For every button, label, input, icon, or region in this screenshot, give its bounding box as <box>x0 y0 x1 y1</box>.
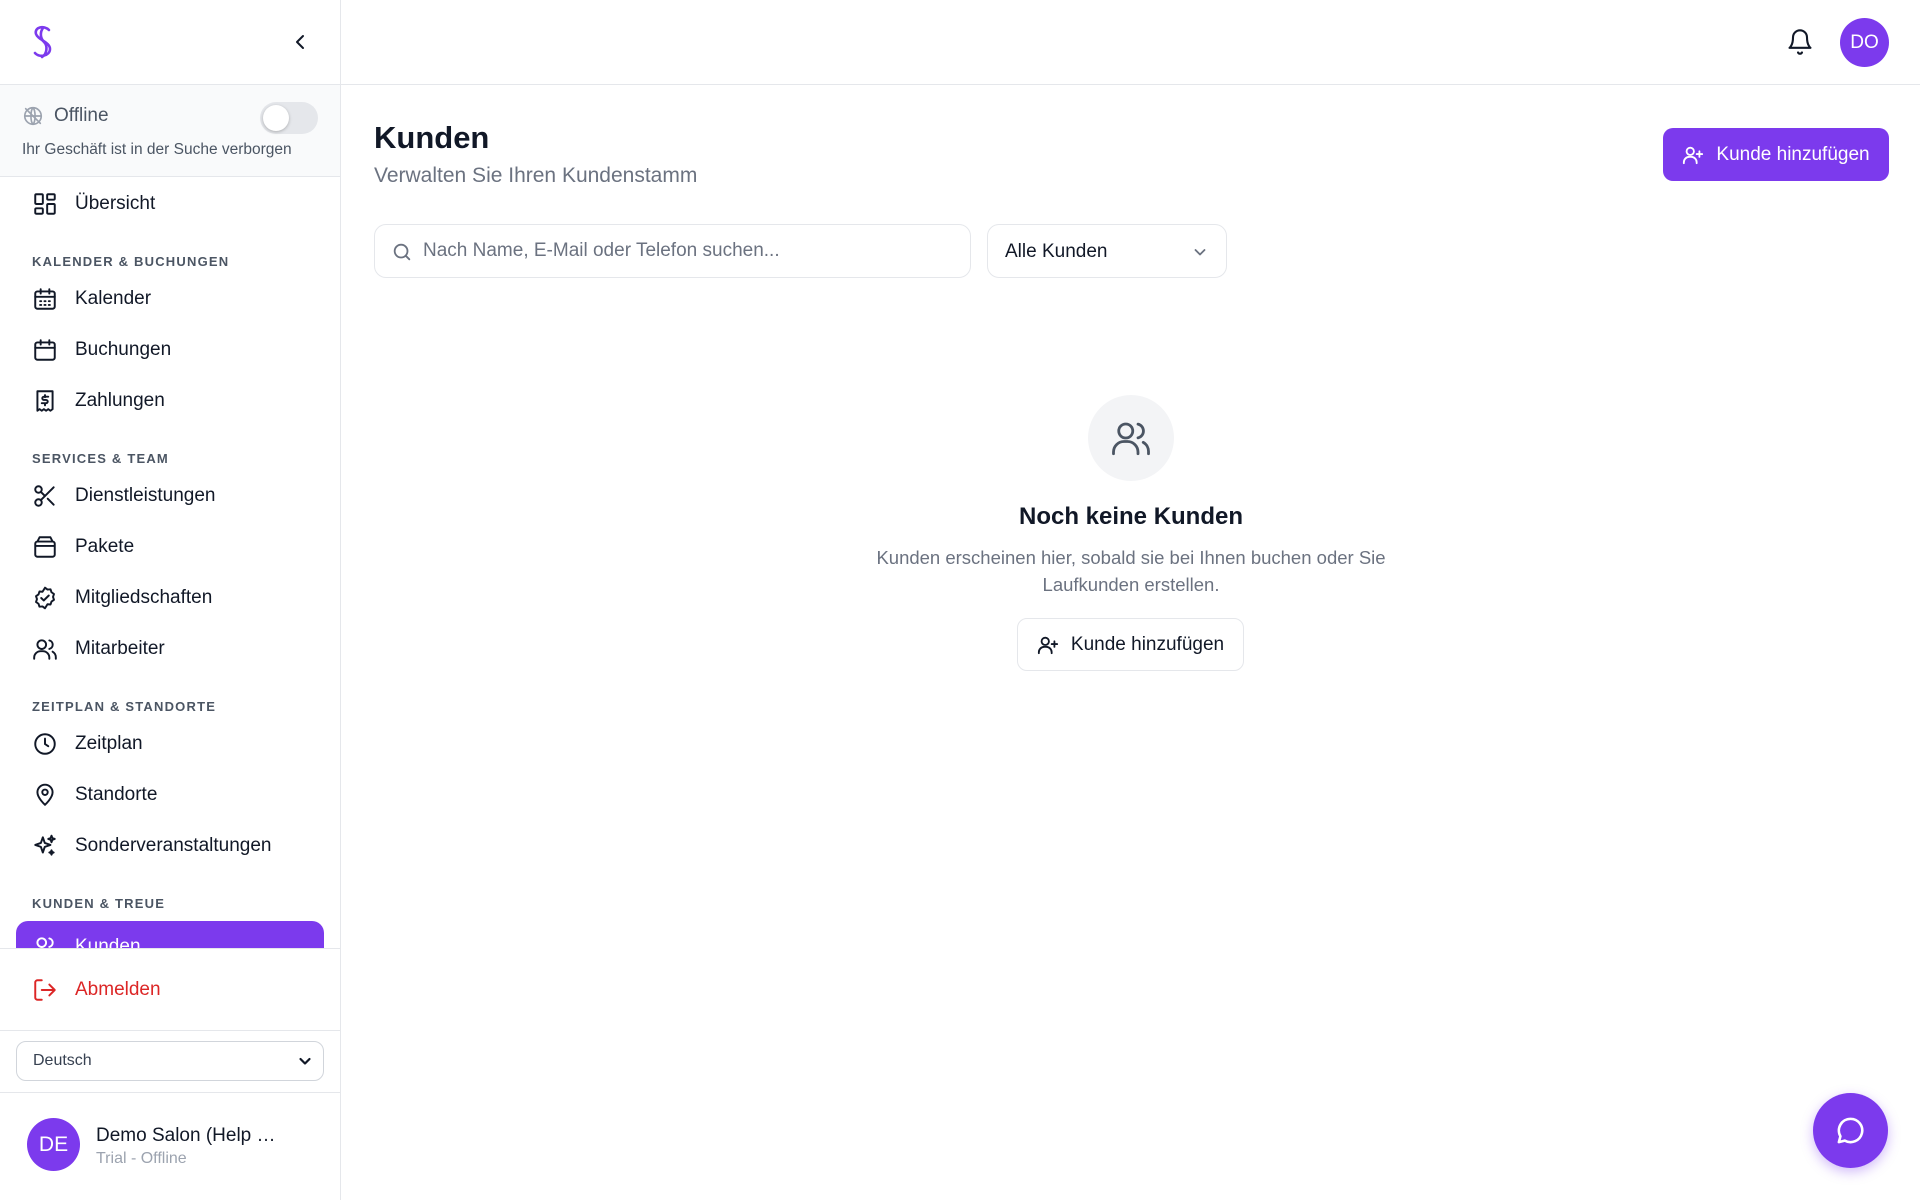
sidebar-item-payments[interactable]: Zahlungen <box>0 375 340 426</box>
status-label: Offline <box>54 105 109 126</box>
scissors-icon <box>32 483 58 509</box>
account-switcher[interactable]: DE Demo Salon (Help … Trial - Offline <box>0 1095 340 1200</box>
sidebar-item-bookings[interactable]: Buchungen <box>0 324 340 375</box>
topbar: DO <box>341 0 1920 85</box>
user-plus-icon <box>1682 144 1704 166</box>
status-row: Offline <box>22 105 109 127</box>
chevron-down-icon <box>297 1053 313 1069</box>
empty-state-add-customer-button[interactable]: Kunde hinzufügen <box>1017 618 1244 671</box>
main-content: Kunden Verwalten Sie Ihren Kundenstamm K… <box>341 86 1920 1200</box>
sidebar-item-locations[interactable]: Standorte <box>0 769 340 820</box>
sidebar-item-label: Standorte <box>75 783 158 805</box>
sidebar-item-label: Zahlungen <box>75 389 165 411</box>
search-input[interactable] <box>423 226 953 276</box>
badge-check-icon <box>32 585 58 611</box>
users-icon <box>32 934 58 948</box>
sidebar-item-label: Zeitplan <box>75 732 143 754</box>
package-icon <box>32 534 58 560</box>
customer-filter-select[interactable]: Alle Kunden <box>987 224 1227 278</box>
chevron-down-icon <box>1191 243 1209 261</box>
empty-state-button-label: Kunde hinzufügen <box>1070 633 1225 655</box>
filter-value: Alle Kunden <box>1005 241 1108 262</box>
section-heading-calendar-bookings: KALENDER & BUCHUNGEN <box>32 254 230 269</box>
page-title: Kunden <box>374 120 490 155</box>
sidebar-item-label: Sonderveranstaltungen <box>75 834 272 856</box>
sidebar-item-label: Dienstleistungen <box>75 484 216 506</box>
sparkles-icon <box>32 833 58 859</box>
logout-button[interactable]: Abmelden <box>0 949 340 1031</box>
sidebar-item-calendar[interactable]: Kalender <box>0 273 340 324</box>
sidebar-item-label: Übersicht <box>75 192 156 214</box>
add-customer-button[interactable]: Kunde hinzufügen <box>1663 128 1889 181</box>
sidebar-footer: Abmelden Deutsch DE Demo Salon (Help … T… <box>0 948 340 1200</box>
sidebar-item-label: Buchungen <box>75 338 172 360</box>
sidebar-item-customers[interactable]: Kunden <box>16 921 324 948</box>
brand-logo-icon[interactable] <box>28 24 58 60</box>
sidebar-item-label: Mitgliedschaften <box>75 586 213 608</box>
sidebar-item-staff[interactable]: Mitarbeiter <box>0 623 340 674</box>
online-toggle[interactable] <box>260 102 318 134</box>
empty-state-users-icon <box>1088 395 1174 481</box>
sidebar-item-label: Kunden <box>75 935 141 949</box>
dashboard-icon <box>32 191 58 217</box>
language-value: Deutsch <box>33 1052 92 1069</box>
sidebar: Offline Ihr Geschäft ist in der Suche ve… <box>0 0 341 1200</box>
account-avatar: DE <box>27 1118 80 1171</box>
sidebar-item-packages[interactable]: Pakete <box>0 521 340 572</box>
globe-icon <box>22 105 44 127</box>
users-icon <box>32 636 58 662</box>
section-heading-schedule-locations: ZEITPLAN & STANDORTE <box>32 699 217 714</box>
sidebar-item-memberships[interactable]: Mitgliedschaften <box>0 572 340 623</box>
logout-icon <box>32 977 58 1003</box>
add-customer-label: Kunde hinzufügen <box>1716 143 1870 165</box>
sidebar-item-overview[interactable]: Übersicht <box>0 178 340 229</box>
account-name: Demo Salon (Help … <box>96 1125 276 1146</box>
chat-bubble-icon <box>1837 1117 1864 1144</box>
sidebar-header <box>0 0 340 85</box>
receipt-dollar-icon <box>32 388 58 414</box>
sidebar-item-schedule[interactable]: Zeitplan <box>0 718 340 769</box>
section-heading-services-team: SERVICES & TEAM <box>32 451 169 466</box>
search-icon <box>391 241 413 263</box>
calendar-icon <box>32 337 58 363</box>
language-section: Deutsch <box>0 1031 340 1093</box>
status-subtitle: Ihr Geschäft ist in der Suche verborgen <box>22 141 292 158</box>
logout-label: Abmelden <box>75 978 161 1000</box>
user-plus-icon <box>1037 634 1059 656</box>
language-select[interactable]: Deutsch <box>16 1041 324 1081</box>
sidebar-item-label: Mitarbeiter <box>75 637 165 659</box>
section-heading-customers-loyalty: KUNDEN & TREUE <box>32 896 166 911</box>
chat-support-button[interactable] <box>1813 1093 1888 1168</box>
calendar-grid-icon <box>32 286 58 312</box>
map-pin-icon <box>32 782 58 808</box>
sidebar-item-label: Kalender <box>75 287 152 309</box>
empty-state-title: Noch keine Kunden <box>1018 503 1244 530</box>
page-subtitle: Verwalten Sie Ihren Kundenstamm <box>374 164 698 187</box>
sidebar-item-special-events[interactable]: Sonderveranstaltungen <box>0 820 340 871</box>
collapse-sidebar-chevron-icon[interactable] <box>288 30 312 54</box>
sidebar-item-services[interactable]: Dienstleistungen <box>0 470 340 521</box>
account-subtitle: Trial - Offline <box>96 1150 187 1167</box>
bell-icon[interactable] <box>1786 28 1814 56</box>
user-avatar[interactable]: DO <box>1840 18 1889 67</box>
empty-state-text: Kunden erscheinen hier, sobald sie bei I… <box>876 547 1386 595</box>
search-box <box>374 224 971 278</box>
sidebar-nav: Übersicht KALENDER & BUCHUNGEN Kalender … <box>0 178 340 948</box>
sidebar-item-label: Pakete <box>75 535 135 557</box>
clock-icon <box>32 731 58 757</box>
